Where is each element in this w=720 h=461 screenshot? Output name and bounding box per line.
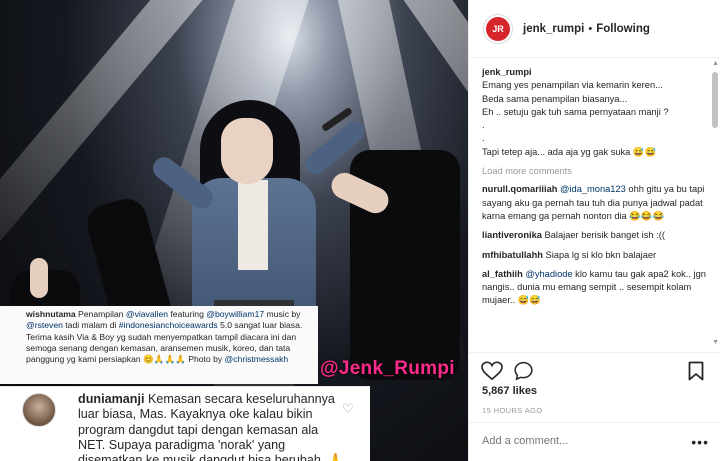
caption-card-user: wishnutama	[26, 309, 76, 319]
caption-line: Tapi tetep aja... ada aja yg gak suka 😅😅	[482, 146, 657, 157]
comment: mfhibatullahh Siapa lg si klo bkn balaja…	[482, 249, 708, 262]
avatar-logo: JR	[486, 16, 510, 41]
comment: liantiveronika Balajaer berisik banget i…	[482, 229, 708, 242]
caption-line: Beda sama penampilan biasanya...	[482, 93, 628, 104]
caption-user[interactable]: jenk_rumpi	[482, 66, 708, 79]
caption-line: .	[482, 133, 485, 144]
caption-card-mention: @viavallen	[125, 309, 169, 319]
separator-dot: •	[588, 22, 593, 35]
comment: al_fathiih @yhadiode klo kamu tau gak ap…	[482, 268, 708, 308]
more-options-icon[interactable]: •••	[691, 434, 709, 450]
caption-line: Emang yes penampilan via kemarin keren..…	[482, 80, 663, 91]
comment-text: Siapa lg si klo bkn balajaer	[542, 249, 657, 260]
comment-icon[interactable]	[513, 361, 534, 381]
post-sidebar: JR jenk_rumpi • Following jenk_rumpi Ema…	[468, 0, 720, 461]
caption-card-hashtag: #indonesianchoiceawards	[118, 320, 218, 331]
comments-list[interactable]: jenk_rumpi Emang yes penampilan via kema…	[482, 66, 708, 348]
comment-mention[interactable]: @yhadiode	[525, 269, 572, 279]
reply-text: duniamanji Kemasan secara keseluruhannya…	[78, 392, 348, 461]
comment-user[interactable]: liantiveronika	[482, 230, 542, 240]
caption-card-text: featuring	[168, 309, 207, 319]
comment-user[interactable]: nurull.qomariiiah	[482, 184, 557, 194]
comment-user[interactable]: al_fathiih	[482, 269, 523, 279]
account-name-link[interactable]: jenk_rumpi	[523, 23, 584, 35]
caption-card-mention: @rsteven	[26, 320, 63, 331]
avatar[interactable]: JR	[483, 13, 513, 44]
comment: nurull.qomariiiah @ida_mona123 ohh gitu …	[482, 183, 708, 223]
following-button[interactable]: Following	[596, 23, 650, 35]
post-photo[interactable]: wishnutama Penampilan @viavallen featuri…	[0, 0, 468, 461]
load-more-comments-link[interactable]: Load more comments	[482, 165, 708, 178]
likes-count[interactable]: 5,867 likes	[482, 385, 537, 397]
heart-icon[interactable]	[481, 361, 503, 381]
reply-user: duniamanji	[78, 392, 145, 406]
bookmark-icon[interactable]	[688, 361, 704, 381]
scroll-up-arrow-icon[interactable]: ▲	[712, 60, 719, 67]
caption: jenk_rumpi Emang yes penampilan via kema…	[482, 66, 708, 159]
singer-face	[221, 118, 273, 184]
caption-card-text: tadi malam di	[62, 320, 119, 331]
action-bar	[469, 352, 720, 388]
caption-line: Eh .. setuju gak tuh sama pernyataan man…	[482, 106, 669, 117]
heart-icon: ♡	[342, 401, 354, 416]
post-viewer: wishnutama Penampilan @viavallen featuri…	[0, 0, 720, 461]
add-comment-bar: •••	[469, 422, 720, 461]
add-comment-input[interactable]	[482, 435, 682, 447]
post-timestamp[interactable]: 15 HOURS AGO	[482, 406, 543, 415]
comment-text: Balajaer berisik banget ish :((	[541, 230, 665, 241]
watermark: @Jenk_Rumpi	[320, 358, 455, 379]
caption-line: .	[482, 120, 485, 131]
caption-card-text: music by	[264, 309, 301, 319]
singer-shirt	[238, 180, 268, 270]
caption-card-mention: @boywilliam17	[206, 309, 265, 319]
caption-card-text: Penampilan	[75, 309, 126, 319]
scrollbar-thumb[interactable]	[712, 72, 718, 128]
dancer-arm	[30, 258, 48, 298]
screenshot-reply-card: duniamanji Kemasan secara keseluruhannya…	[0, 386, 370, 461]
avatar	[22, 393, 56, 427]
caption-card-mention: @christmessakh	[224, 354, 289, 365]
comment-user[interactable]: mfhibatullahh	[482, 250, 543, 260]
screenshot-caption-card: wishnutama Penampilan @viavallen featuri…	[0, 306, 318, 384]
post-header: JR jenk_rumpi • Following	[469, 0, 720, 58]
comment-mention[interactable]: @ida_mona123	[560, 184, 626, 194]
scroll-down-arrow-icon[interactable]: ▼	[712, 339, 719, 346]
